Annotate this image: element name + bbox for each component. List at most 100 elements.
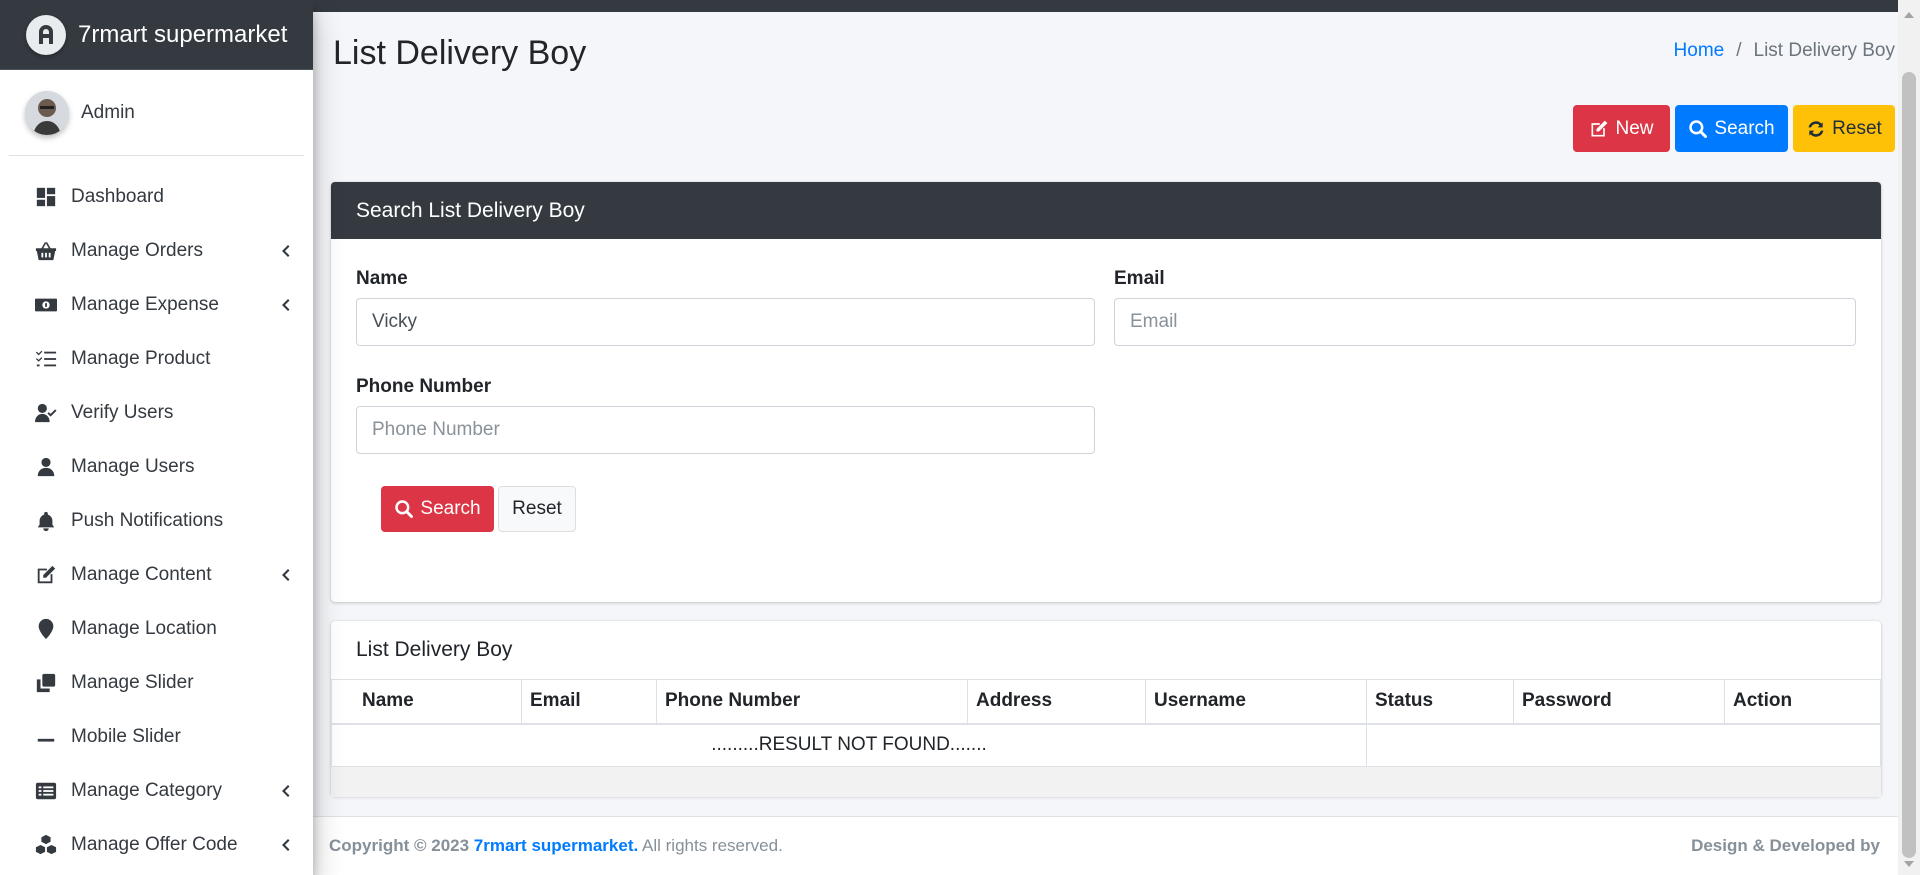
user-icon [33,455,59,479]
sidebar-item-label: Manage Orders [71,240,204,261]
map-marker-icon [33,617,59,641]
sidebar-item-dashboard[interactable]: Dashboard [0,170,313,224]
sidebar-item-label: Manage Category [71,780,223,801]
footer: Copyright © 2023 7rmart supermarket. All… [313,816,1898,875]
page-actions: New Search Reset [1573,105,1895,152]
money-bill-icon [33,293,59,317]
search-toggle-label: Search [1714,117,1775,139]
brand-link[interactable]: 7rmart supermarket [0,0,313,70]
column-header-address: Address [967,679,1146,725]
column-header-username: Username [1145,679,1367,725]
scroll-down-icon[interactable] [1904,861,1914,867]
user-name: Admin [81,101,135,123]
list-card: List Delivery Boy Name Email Phone Numbe… [331,621,1881,797]
page-header: List Delivery Boy Home / List Delivery B… [313,12,1898,102]
cubes-icon [33,833,59,857]
content-wrapper: List Delivery Boy Home / List Delivery B… [313,12,1898,797]
column-header-email: Email [521,679,657,725]
delivery-boy-table: Name Email Phone Number Address Username… [331,679,1881,767]
sidebar-item-push-notifications[interactable]: Push Notifications [0,494,313,548]
name-label: Name [356,268,408,289]
phone-input[interactable] [356,406,1095,454]
sidebar-item-label: Manage Content [71,564,212,585]
sync-icon [1808,120,1824,137]
sidebar-nav: Dashboard Manage Orders Manage Expense M… [0,156,313,872]
sidebar-item-manage-content[interactable]: Manage Content [0,548,313,602]
search-toggle-button[interactable]: Search [1675,105,1788,152]
breadcrumb-separator: / [1736,40,1742,61]
copyright-text: Copyright © 2023 [329,836,470,855]
brand-logo-icon [26,14,66,55]
search-card-title: Search List Delivery Boy [331,182,1881,239]
tasks-icon [33,347,59,371]
new-button[interactable]: New [1573,105,1670,152]
sidebar-item-label: Manage Expense [71,294,219,315]
name-input[interactable] [356,298,1095,346]
edit-icon [33,563,59,587]
search-icon [395,500,414,518]
minus-icon [33,725,59,749]
avatar [25,90,69,135]
sidebar-item-label: Verify Users [71,402,174,423]
sidebar-item-label: Mobile Slider [71,726,181,747]
table-row: .........RESULT NOT FOUND....... [331,723,1881,767]
sidebar: 7rmart supermarket Admin Dashboard Manag… [0,0,313,875]
user-panel[interactable]: Admin [9,70,304,156]
column-header-phone: Phone Number [656,679,968,725]
reset-form-button[interactable]: Reset [498,486,576,532]
bell-icon [33,509,59,533]
reset-form-label: Reset [512,498,562,519]
sidebar-item-label: Manage Product [71,348,211,369]
breadcrumb: Home / List Delivery Boy [1674,40,1895,62]
sidebar-item-label: Manage Users [71,456,195,477]
sidebar-item-manage-product[interactable]: Manage Product [0,332,313,386]
user-check-icon [33,401,59,425]
brand-name: 7rmart supermarket [78,20,288,48]
phone-label: Phone Number [356,376,492,397]
search-submit-button[interactable]: Search [381,486,494,532]
sidebar-item-label: Push Notifications [71,510,224,531]
clone-icon [33,671,59,695]
sidebar-item-label: Dashboard [71,186,164,207]
scroll-up-icon[interactable] [1904,12,1914,18]
top-navbar [313,0,1920,12]
footer-copyright: Copyright © 2023 7rmart supermarket. All… [329,836,783,856]
empty-cell [1366,723,1881,767]
sidebar-item-manage-users[interactable]: Manage Users [0,440,313,494]
dashboard-icon [33,185,59,209]
sidebar-item-manage-orders[interactable]: Manage Orders [0,224,313,278]
email-label: Email [1114,268,1165,289]
column-header-password: Password [1513,679,1725,725]
sidebar-item-verify-users[interactable]: Verify Users [0,386,313,440]
page-title: List Delivery Boy [333,34,587,72]
sidebar-item-manage-location[interactable]: Manage Location [0,602,313,656]
new-button-label: New [1615,117,1654,139]
sidebar-item-label: Manage Location [71,618,217,639]
sidebar-item-manage-expense[interactable]: Manage Expense [0,278,313,332]
chevron-left-icon [279,567,291,583]
breadcrumb-home-link[interactable]: Home [1674,40,1725,62]
search-icon [1689,119,1708,138]
reset-page-button[interactable]: Reset [1793,105,1895,152]
page-scrollbar[interactable] [1898,0,1920,875]
footer-rights: All rights reserved. [642,836,783,855]
sidebar-item-manage-category[interactable]: Manage Category [0,764,313,818]
breadcrumb-current: List Delivery Boy [1753,40,1896,61]
sidebar-item-manage-slider[interactable]: Manage Slider [0,656,313,710]
chevron-left-icon [279,243,291,259]
email-input[interactable] [1114,298,1856,346]
reset-page-label: Reset [1832,117,1882,139]
column-header-action: Action [1724,679,1881,725]
list-card-title: List Delivery Boy [356,638,513,661]
sidebar-item-mobile-slider[interactable]: Mobile Slider [0,710,313,764]
scroll-thumb[interactable] [1902,72,1916,858]
footer-brand-link[interactable]: 7rmart supermarket. [474,836,638,855]
sidebar-item-label: Manage Slider [71,672,194,693]
basket-icon [33,239,59,263]
list-alt-icon [33,779,59,803]
search-submit-label: Search [420,498,481,519]
search-card: Search List Delivery Boy Name Email Phon… [331,182,1881,602]
table-footer [331,767,1881,797]
sidebar-item-manage-offer-code[interactable]: Manage Offer Code [0,818,313,872]
footer-developer: Design & Developed by [1691,836,1880,855]
